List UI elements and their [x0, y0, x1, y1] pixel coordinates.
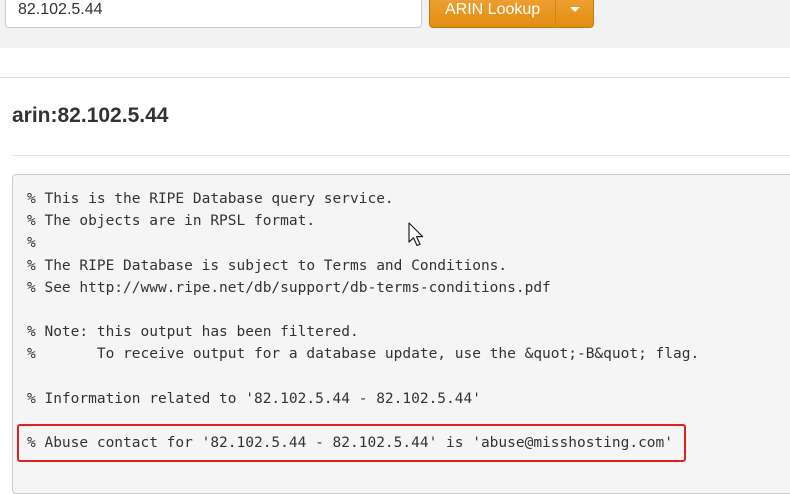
divider: [12, 155, 790, 156]
whois-line: % Note: this output has been filtered.: [27, 324, 359, 341]
mouse-cursor-icon: [408, 222, 424, 247]
ip-address-input[interactable]: [5, 0, 422, 28]
lookup-button-group: ARIN Lookup: [429, 0, 595, 28]
result-title: arin:82.102.5.44: [12, 104, 169, 127]
arin-lookup-button[interactable]: ARIN Lookup: [429, 0, 556, 28]
search-bar: ARIN Lookup: [0, 0, 790, 48]
whois-line: [27, 366, 790, 388]
whois-line: % Information related to '82.102.5.44 - …: [27, 390, 481, 407]
caret-down-icon: [569, 6, 580, 12]
divider: [0, 77, 790, 78]
lookup-dropdown-toggle[interactable]: [555, 0, 595, 28]
whois-line: % The RIPE Database is subject to Terms …: [27, 257, 508, 274]
whois-line: % This is the RIPE Database query servic…: [27, 191, 394, 207]
whois-line: % To receive output for a database updat…: [27, 346, 700, 363]
whois-line: % See http://www.ripe.net/db/support/db-…: [27, 279, 551, 296]
abuse-contact-highlight: [17, 424, 686, 462]
whois-line: [27, 299, 790, 321]
